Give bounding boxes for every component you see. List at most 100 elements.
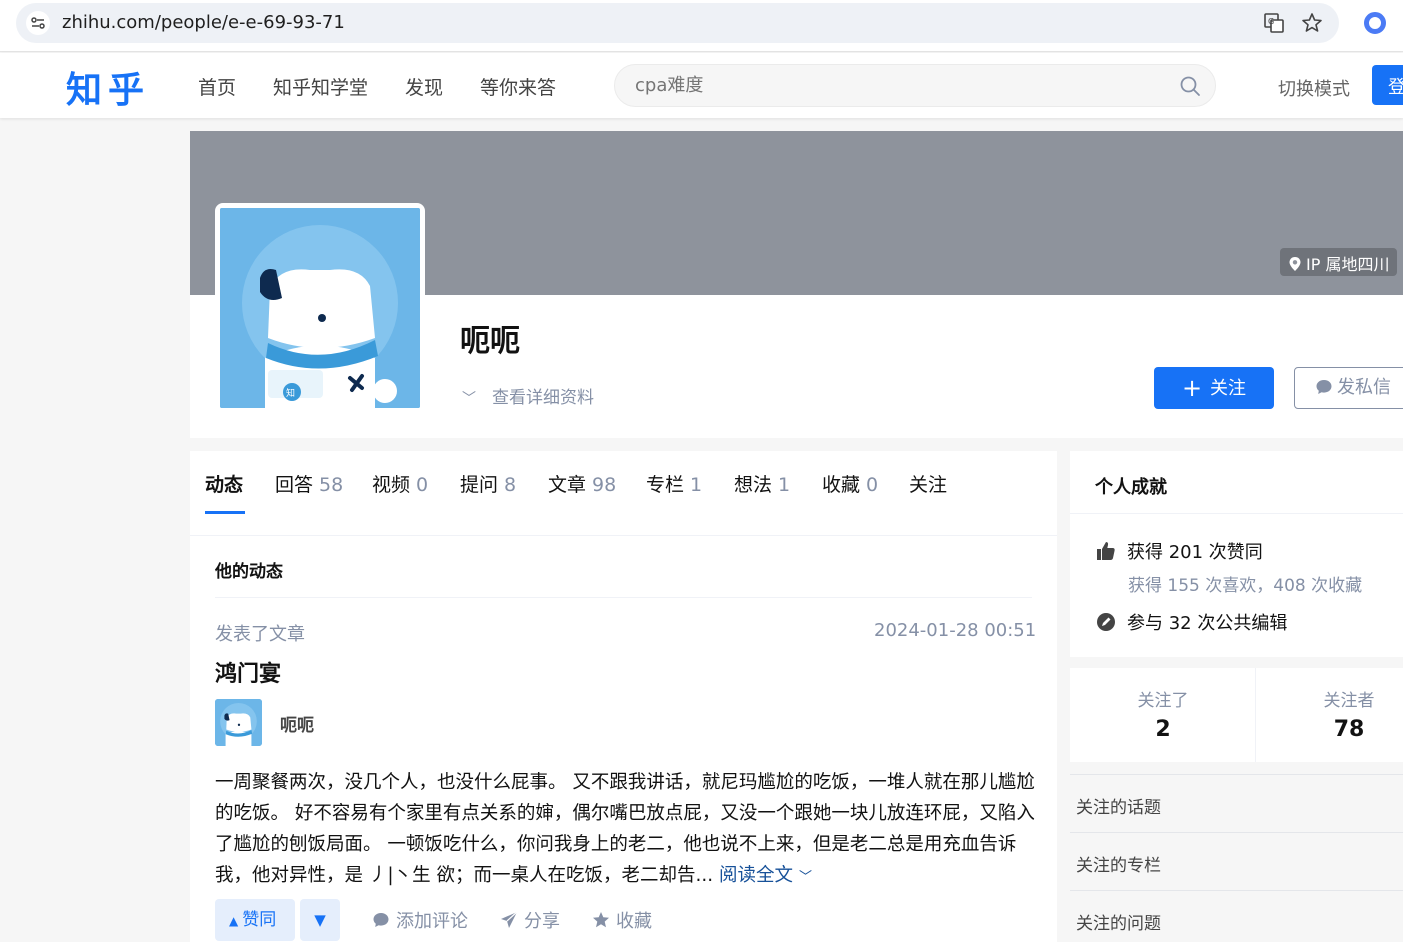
thumbs-up-icon (1097, 542, 1115, 560)
svg-text:G: G (1268, 17, 1274, 26)
tab-count: 58 (319, 474, 344, 496)
tab-following[interactable]: 关注 (909, 470, 947, 497)
avatar-image: 知 (220, 208, 420, 408)
tab-label: 文章 (548, 474, 587, 496)
article-excerpt[interactable]: 一周聚餐两次，没几个人，也没什么屁事。 又不跟我讲话，就尼玛尴尬的吃饭，一堆人就… (215, 767, 1035, 893)
user-name: 呃呃 (460, 324, 520, 359)
author-name[interactable]: 呃呃 (280, 711, 314, 736)
tab-label: 关注 (909, 474, 948, 496)
comment-button[interactable]: 添加评论 (372, 907, 468, 933)
nav-home[interactable]: 首页 (198, 73, 236, 100)
article-title[interactable]: 鸿门宴 (215, 656, 281, 688)
tab-count: 8 (504, 474, 517, 496)
tab-collections[interactable]: 收藏 0 (822, 470, 878, 497)
url-text[interactable]: zhihu.com/people/e-e-69-93-71 (62, 12, 345, 33)
tab-label: 回答 (275, 474, 314, 496)
upvote-label: 赞同 (242, 910, 277, 930)
search-icon[interactable] (1179, 75, 1201, 97)
tab-count: 1 (690, 474, 703, 496)
achievements-title: 个人成就 (1095, 477, 1167, 498)
ip-location-text: IP 属地四川 (1306, 255, 1390, 274)
view-details-link[interactable]: ﹀ 查看详细资料 (462, 383, 594, 408)
chat-bubble-icon (1316, 380, 1332, 394)
downvote-button[interactable]: ▼ (300, 899, 340, 941)
tab-articles[interactable]: 文章 98 (548, 470, 616, 497)
followers-stat[interactable]: 关注者 78 (1256, 668, 1403, 762)
edits-text: 参与 32 次公共编辑 (1127, 613, 1288, 634)
share-label: 分享 (524, 911, 560, 932)
followed-columns-link[interactable]: 关注的专栏 (1070, 832, 1403, 890)
site-settings-icon[interactable] (26, 11, 50, 35)
follow-button[interactable]: + 关注 (1154, 367, 1274, 409)
likes-subtext: 获得 155 次喜欢，408 次收藏 (1128, 576, 1363, 596)
search-box[interactable] (614, 64, 1216, 107)
share-button[interactable]: 分享 (500, 907, 560, 933)
article-actions: ▲ 赞同 ▼ 添加评论 分享 收藏 (215, 899, 652, 941)
likes-text: 获得 201 次赞同 (1127, 542, 1263, 563)
tab-count: 1 (778, 474, 791, 496)
tab-label: 专栏 (646, 474, 685, 496)
follow-button-label: 关注 (1210, 378, 1247, 399)
nav-discover[interactable]: 发现 (405, 73, 443, 100)
browser-toolbar: zhihu.com/people/e-e-69-93-71 G (0, 0, 1403, 52)
section-title: 他的动态 (215, 562, 283, 582)
collect-label: 收藏 (616, 911, 652, 932)
excerpt-text: 一周聚餐两次，没几个人，也没什么屁事。 又不跟我讲话，就尼玛尴尬的吃饭，一堆人就… (215, 772, 1035, 886)
tab-thoughts[interactable]: 想法 1 (734, 470, 790, 497)
ip-location-badge: IP 属地四川 (1280, 248, 1398, 276)
upvote-button[interactable]: ▲ 赞同 (215, 899, 295, 941)
tab-count: 98 (592, 474, 617, 496)
nav-zhixuetang[interactable]: 知乎知学堂 (273, 73, 368, 100)
tab-activity[interactable]: 动态 (205, 470, 243, 497)
divider (215, 597, 1032, 598)
tab-questions[interactable]: 提问 8 (460, 470, 516, 497)
plus-icon: + (1181, 374, 1203, 402)
activity-time: 2024-01-28 00:51 (874, 620, 1037, 641)
active-tab-indicator (205, 511, 245, 514)
browser-profile-icon[interactable] (1364, 12, 1386, 34)
search-input[interactable] (635, 75, 1155, 96)
upvote-arrow-icon: ▲ (229, 914, 239, 928)
tab-label: 动态 (205, 474, 244, 496)
following-stat[interactable]: 关注了 2 (1070, 668, 1256, 762)
likes-row: 获得 201 次赞同 (1095, 538, 1263, 564)
tab-columns[interactable]: 专栏 1 (646, 470, 702, 497)
site-header: 知乎 首页 知乎知学堂 发现 等你来答 切换模式 登 (0, 53, 1403, 118)
chevron-down-icon: ﹀ (798, 870, 812, 885)
activity-card: 动态 回答 58 视频 0 提问 8 文章 98 专栏 1 想法 1 收藏 0 关注 他的动态… (190, 451, 1057, 942)
author-avatar[interactable] (215, 699, 262, 746)
tab-count: 0 (866, 474, 879, 496)
bookmark-star-icon[interactable] (1300, 11, 1324, 35)
zhihu-logo[interactable]: 知乎 (66, 61, 150, 113)
view-details-label: 查看详细资料 (492, 388, 594, 408)
achievements-card: 个人成就 获得 201 次赞同 获得 155 次喜欢，408 次收藏 参与 32… (1070, 451, 1403, 657)
chevron-down-icon: ﹀ (462, 391, 476, 407)
tab-label: 视频 (372, 474, 411, 496)
downvote-arrow-icon: ▼ (314, 911, 326, 929)
profile-tabs: 动态 回答 58 视频 0 提问 8 文章 98 专栏 1 想法 1 收藏 0 关注 (190, 451, 1057, 536)
divider (1070, 513, 1403, 514)
star-icon (593, 912, 609, 928)
activity-type: 发表了文章 (215, 624, 305, 645)
login-button[interactable]: 登 (1372, 65, 1403, 105)
message-button[interactable]: 发私信 (1294, 367, 1403, 409)
svg-text:知: 知 (286, 387, 295, 399)
tab-count: 0 (416, 474, 429, 496)
read-more-link[interactable]: 阅读全文 ﹀ (719, 865, 812, 886)
comment-label: 添加评论 (396, 911, 468, 932)
followed-questions-link[interactable]: 关注的问题 (1070, 890, 1403, 942)
edits-row: 参与 32 次公共编辑 (1095, 609, 1287, 635)
tab-label: 收藏 (822, 474, 861, 496)
tab-answers[interactable]: 回答 58 (275, 470, 343, 497)
collect-button[interactable]: 收藏 (592, 907, 652, 933)
location-pin-icon (1289, 257, 1301, 271)
tab-videos[interactable]: 视频 0 (372, 470, 428, 497)
followed-topics-link[interactable]: 关注的话题 (1070, 774, 1403, 832)
address-bar[interactable]: zhihu.com/people/e-e-69-93-71 G (16, 3, 1339, 43)
followers-count: 78 (1333, 717, 1365, 742)
translate-icon[interactable]: G (1262, 11, 1286, 35)
avatar[interactable]: 知 (215, 203, 425, 413)
nav-waiting-answers[interactable]: 等你来答 (480, 73, 556, 100)
tab-label: 提问 (460, 474, 499, 496)
switch-mode-button[interactable]: 切换模式 (1278, 75, 1350, 101)
